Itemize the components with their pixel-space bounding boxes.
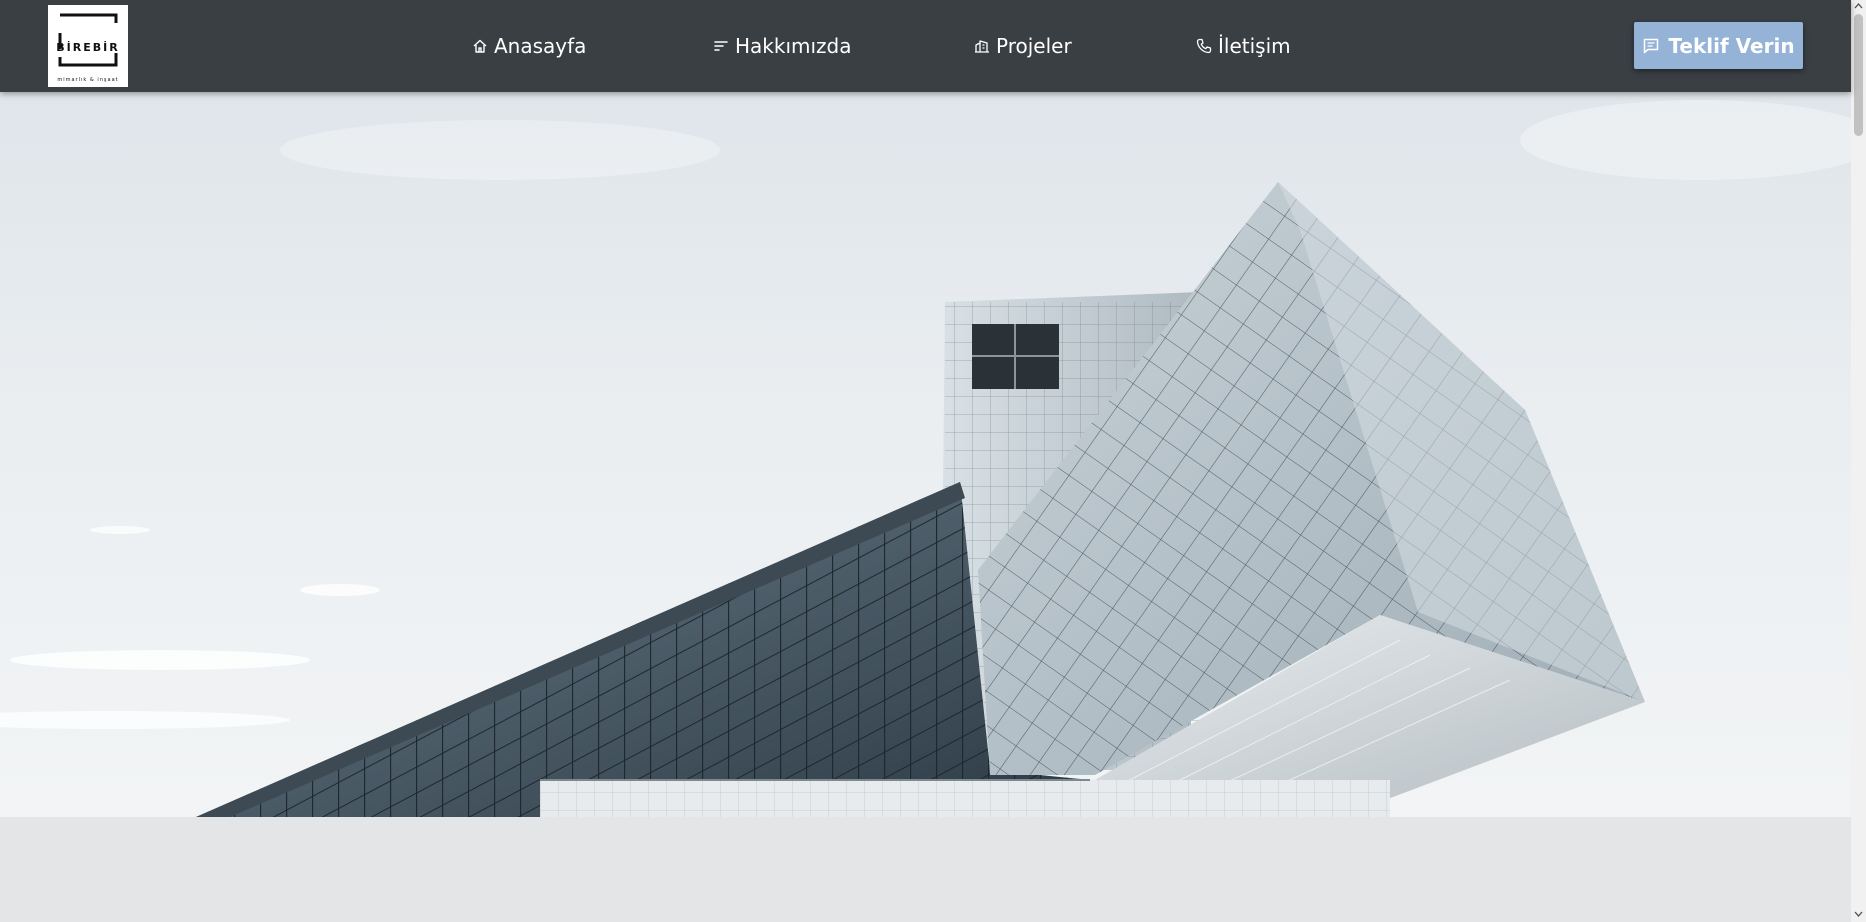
nav-item-anasayfa[interactable]: Anasayfa: [472, 30, 586, 62]
page-content-area: [0, 817, 1851, 922]
logo[interactable]: BİREBİR mimarlık & inşaat: [48, 5, 128, 87]
nav-item-label: Anasayfa: [494, 34, 587, 58]
navbar: BİREBİR mimarlık & inşaat Anasayfa Hakkı…: [0, 0, 1851, 92]
scrollbar-thumb[interactable]: [1854, 14, 1863, 136]
vertical-scrollbar[interactable]: [1851, 0, 1866, 922]
scroll-up-arrow-icon[interactable]: [1854, 2, 1863, 10]
nav-item-label: Projeler: [996, 34, 1072, 58]
nav-item-label: İletişim: [1218, 34, 1291, 58]
teklif-verin-button[interactable]: Teklif Verin: [1634, 22, 1803, 69]
logo-subtext: mimarlık & inşaat: [57, 77, 119, 83]
home-icon: [473, 39, 487, 53]
sort-lines-icon: [714, 41, 728, 51]
hero-image: [0, 92, 1851, 817]
building-icon: [975, 40, 989, 53]
cta-label: Teklif Verin: [1668, 33, 1795, 58]
nav-item-label: Hakkımızda: [735, 34, 852, 58]
nav-item-hakkimizda[interactable]: Hakkımızda: [713, 30, 852, 62]
hero-building-illustration: [0, 100, 1851, 817]
nav-item-projeler[interactable]: Projeler: [974, 30, 1072, 62]
logo-text: BİREBİR: [56, 41, 120, 54]
message-icon: [1644, 38, 1659, 53]
phone-icon: [1196, 38, 1212, 54]
nav-item-iletisim[interactable]: İletişim: [1196, 30, 1291, 62]
scroll-down-arrow-icon[interactable]: [1854, 910, 1863, 918]
